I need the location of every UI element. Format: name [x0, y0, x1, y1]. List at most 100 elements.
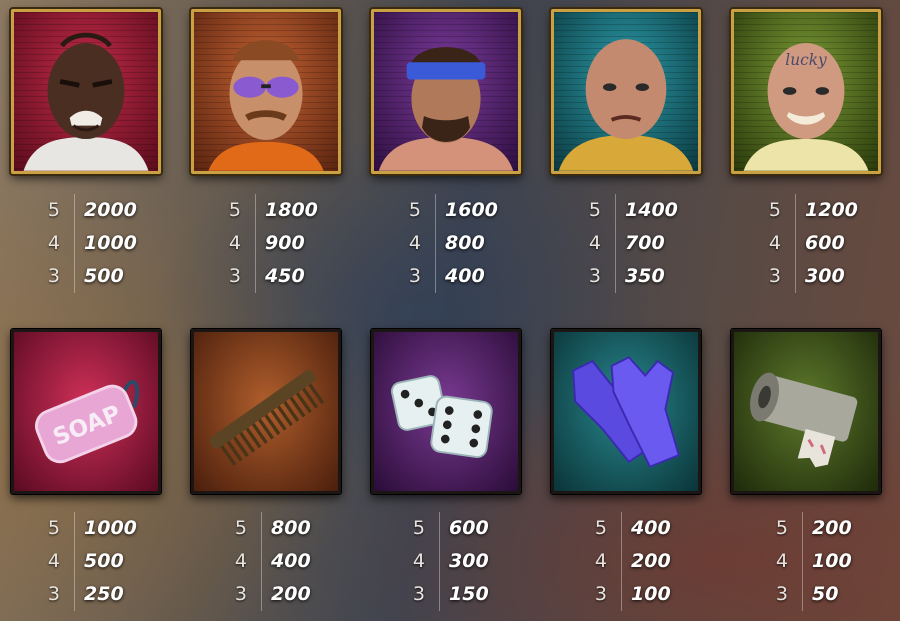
- pay-row: 5 1800: [223, 194, 353, 227]
- pay-row: 4 900: [223, 227, 353, 260]
- pay-row: 3 350: [583, 260, 713, 293]
- pay-value: 1600: [445, 199, 498, 221]
- pay-row: 4 300: [407, 545, 537, 578]
- pay-value: 200: [271, 583, 311, 605]
- pay-value: 1800: [265, 199, 318, 221]
- pay-row: 5 600: [407, 512, 537, 545]
- paytable-bandana-prisoner: 5 1600 4 800 3 400: [403, 194, 533, 293]
- prisoner-portrait-icon: [23, 32, 149, 171]
- soap-icon: SOAP: [34, 380, 140, 464]
- pay-count: 3: [775, 583, 788, 605]
- pay-value: 2000: [84, 199, 137, 221]
- pay-row: 5 2000: [42, 194, 172, 227]
- gloves-icon: [572, 356, 680, 468]
- symbol-bald-prisoner: [551, 9, 701, 174]
- pay-count: 3: [228, 265, 241, 287]
- pay-count: 3: [47, 265, 60, 287]
- pay-count: 5: [412, 517, 425, 539]
- pay-value: 500: [84, 265, 124, 287]
- pay-value: 300: [805, 265, 845, 287]
- pay-count: 4: [228, 232, 241, 254]
- face-tattoo-text: lucky: [785, 51, 827, 69]
- pay-value: 450: [265, 265, 305, 287]
- pay-row: 4 700: [583, 227, 713, 260]
- paytable-toilet-paper: 5 200 4 100 3 50: [770, 512, 900, 611]
- prisoner-portrait-icon: [378, 47, 514, 171]
- pay-count: 5: [775, 517, 788, 539]
- symbol-bandana-prisoner: [371, 9, 521, 174]
- pay-value: 350: [625, 265, 665, 287]
- paytable-sunglasses-prisoner: 5 1800 4 900 3 450: [223, 194, 353, 293]
- pay-value: 50: [812, 583, 839, 605]
- symbol-lucky-tattoo-prisoner: lucky: [731, 9, 881, 174]
- pay-row: 5 200: [770, 512, 900, 545]
- pay-row: 5 400: [589, 512, 719, 545]
- pay-count: 4: [588, 232, 601, 254]
- pay-value: 400: [631, 517, 671, 539]
- pay-value: 400: [271, 550, 311, 572]
- pay-row: 3 100: [589, 578, 719, 611]
- pay-count: 5: [234, 517, 247, 539]
- paytable-dice: 5 600 4 300 3 150: [407, 512, 537, 611]
- pay-count: 5: [228, 199, 241, 221]
- pay-count: 5: [47, 517, 60, 539]
- prisoner-portrait-icon: lucky: [743, 43, 869, 171]
- pay-count: 5: [768, 199, 781, 221]
- pay-count: 4: [47, 232, 60, 254]
- pay-row: 3 200: [229, 578, 359, 611]
- symbol-comb: [191, 329, 341, 494]
- pay-row: 5 1000: [42, 512, 172, 545]
- pay-count: 3: [412, 583, 425, 605]
- paytable-lucky-tattoo-prisoner: 5 1200 4 600 3 300: [763, 194, 893, 293]
- pay-row: 4 800: [403, 227, 533, 260]
- pay-row: 4 200: [589, 545, 719, 578]
- pay-row: 3 450: [223, 260, 353, 293]
- pay-value: 800: [271, 517, 311, 539]
- symbol-dice: [371, 329, 521, 494]
- pay-value: 400: [445, 265, 485, 287]
- pay-value: 100: [631, 583, 671, 605]
- pay-count: 3: [594, 583, 607, 605]
- pay-value: 200: [812, 517, 852, 539]
- pay-value: 600: [805, 232, 845, 254]
- pay-row: 5 800: [229, 512, 359, 545]
- pay-count: 3: [234, 583, 247, 605]
- pay-row: 5 1600: [403, 194, 533, 227]
- comb-icon: [209, 369, 325, 466]
- pay-count: 4: [775, 550, 788, 572]
- paytable-gloves: 5 400 4 200 3 100: [589, 512, 719, 611]
- symbol-sunglasses-prisoner: [191, 9, 341, 174]
- dice-icon: [390, 375, 493, 458]
- symbol-tattoo-face-prisoner: [11, 9, 161, 174]
- paytable-bald-prisoner: 5 1400 4 700 3 350: [583, 194, 713, 293]
- pay-count: 4: [234, 550, 247, 572]
- pay-value: 200: [631, 550, 671, 572]
- pay-row: 5 1400: [583, 194, 713, 227]
- pay-value: 900: [265, 232, 305, 254]
- pay-count: 5: [588, 199, 601, 221]
- pay-count: 5: [594, 517, 607, 539]
- prisoner-portrait-icon: [208, 40, 324, 171]
- pay-row: 4 400: [229, 545, 359, 578]
- pay-row: 3 300: [763, 260, 893, 293]
- pay-count: 3: [588, 265, 601, 287]
- pay-count: 4: [768, 232, 781, 254]
- pay-value: 1000: [84, 517, 137, 539]
- paytable-comb: 5 800 4 400 3 200: [229, 512, 359, 611]
- pay-count: 3: [408, 265, 421, 287]
- pay-count: 4: [408, 232, 421, 254]
- pay-row: 3 400: [403, 260, 533, 293]
- pay-value: 150: [449, 583, 489, 605]
- toilet-paper-icon: [750, 372, 858, 468]
- pay-count: 3: [47, 583, 60, 605]
- pay-row: 4 600: [763, 227, 893, 260]
- symbol-soap: SOAP: [11, 329, 161, 494]
- pay-row: 3 50: [770, 578, 900, 611]
- pay-value: 800: [445, 232, 485, 254]
- paytable-tattoo-face-prisoner: 5 2000 4 1000 3 500: [42, 194, 172, 293]
- pay-value: 600: [449, 517, 489, 539]
- symbol-gloves: [551, 329, 701, 494]
- pay-row: 4 100: [770, 545, 900, 578]
- pay-count: 3: [768, 265, 781, 287]
- pay-count: 4: [412, 550, 425, 572]
